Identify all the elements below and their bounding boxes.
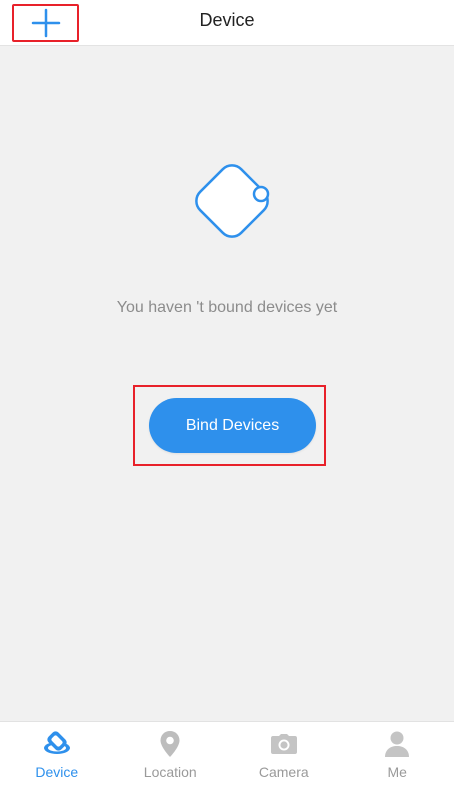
- person-icon: [382, 730, 412, 758]
- tab-device[interactable]: Device: [0, 722, 114, 787]
- location-pin-icon: [155, 730, 185, 758]
- add-device-button[interactable]: [12, 4, 79, 42]
- tab-camera-label: Camera: [258, 764, 309, 780]
- tab-me[interactable]: Me: [341, 722, 454, 787]
- tab-location-label: Location: [143, 764, 197, 780]
- tab-bar: Device Location Camera Me: [0, 721, 454, 787]
- tab-device-label: Device: [35, 764, 79, 780]
- bind-devices-button[interactable]: Bind Devices: [149, 398, 316, 453]
- tag-device-icon: [195, 164, 270, 238]
- tab-location[interactable]: Location: [114, 722, 228, 787]
- empty-message: You haven 't bound devices yet: [116, 299, 338, 316]
- empty-state: You haven 't bound devices yet Bind Devi…: [0, 47, 454, 721]
- camera-icon: [269, 730, 299, 758]
- plus-icon: [31, 8, 60, 38]
- device-icon: [42, 730, 72, 758]
- tab-me-label: Me: [387, 764, 407, 780]
- tab-camera[interactable]: Camera: [227, 722, 341, 787]
- top-bar: Device: [0, 0, 454, 46]
